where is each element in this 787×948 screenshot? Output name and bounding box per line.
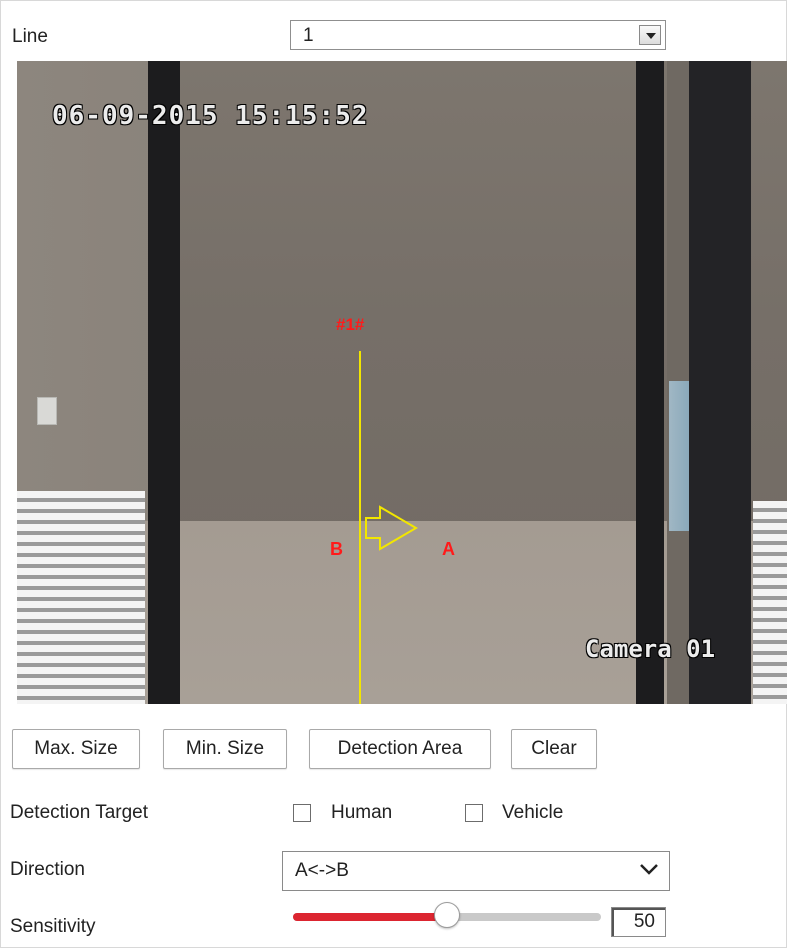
direction-select-value: A<->B — [295, 860, 349, 881]
chevron-down-icon — [640, 864, 658, 875]
vehicle-label: Vehicle — [502, 802, 564, 823]
sensitivity-slider-fill — [293, 913, 447, 921]
side-a-label: A — [442, 539, 455, 559]
line-number-label: #1# — [336, 315, 365, 334]
line-select-value: 1 — [303, 25, 314, 46]
detection-area-button[interactable]: Detection Area — [309, 729, 491, 769]
dropdown-arrow-icon[interactable] — [639, 25, 661, 45]
direction-arrow-icon — [365, 505, 418, 551]
line-crossing-overlay[interactable] — [17, 61, 787, 704]
human-label: Human — [331, 802, 393, 823]
line-label: Line — [12, 26, 48, 47]
vehicle-checkbox[interactable] — [465, 804, 483, 822]
video-preview[interactable]: 06-09-2015 15:15:52 Camera 01 #1# B A — [17, 61, 787, 704]
sensitivity-input[interactable]: 50 — [611, 907, 666, 937]
sensitivity-label: Sensitivity — [10, 916, 96, 937]
line-select[interactable]: 1 — [290, 20, 666, 50]
human-checkbox[interactable] — [293, 804, 311, 822]
side-b-label: B — [330, 539, 343, 559]
direction-select[interactable]: A<->B — [282, 851, 670, 891]
direction-label: Direction — [10, 859, 85, 880]
detection-target-label: Detection Target — [10, 802, 149, 823]
sensitivity-slider-thumb[interactable] — [434, 902, 460, 928]
clear-button[interactable]: Clear — [511, 729, 597, 769]
max-size-button[interactable]: Max. Size — [12, 729, 140, 769]
min-size-button[interactable]: Min. Size — [163, 729, 287, 769]
